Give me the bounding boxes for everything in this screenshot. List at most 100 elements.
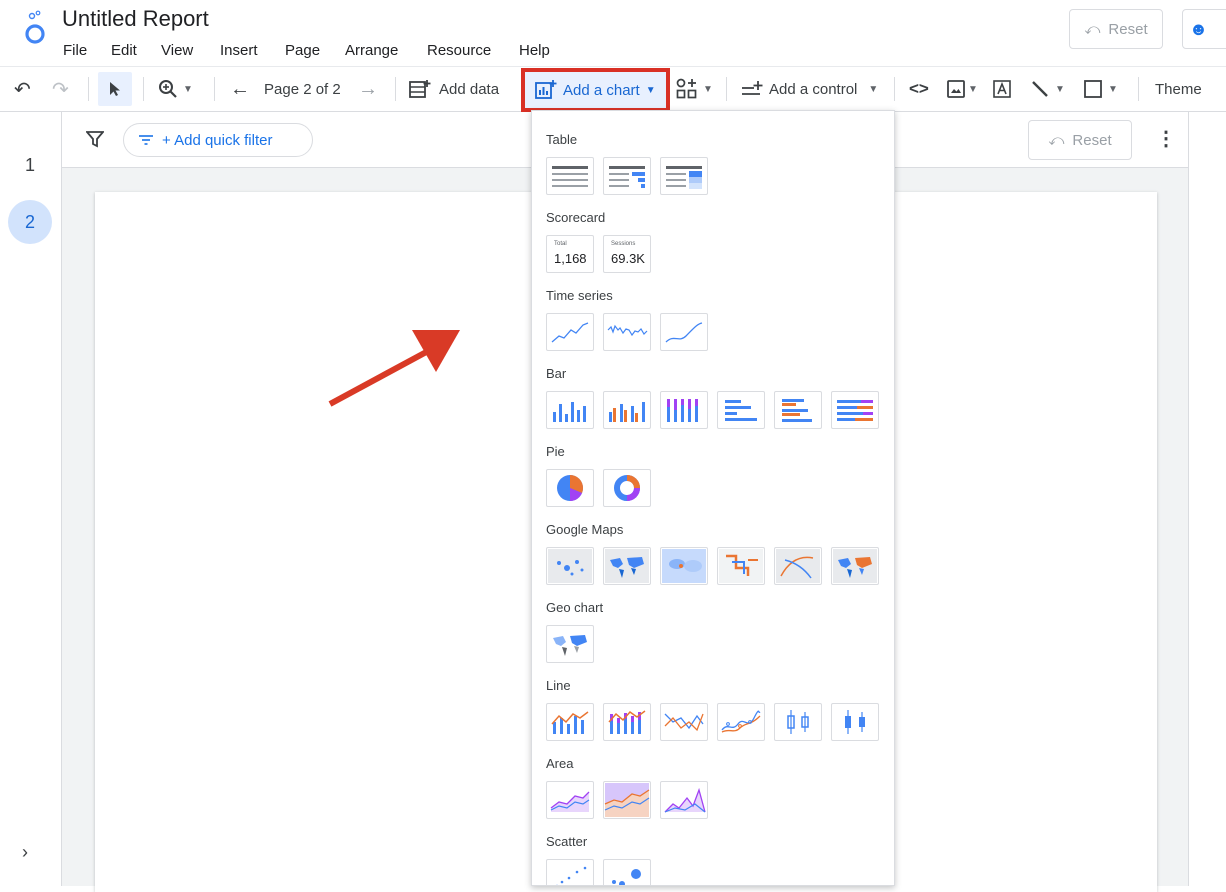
- column-chart-option[interactable]: [546, 391, 594, 429]
- table-heatmap-chart-option[interactable]: [660, 157, 708, 195]
- zoom-button[interactable]: ▼: [158, 67, 193, 111]
- menu-resource[interactable]: Resource: [427, 42, 491, 59]
- more-options-icon[interactable]: ⋮: [1156, 126, 1176, 151]
- annotation-arrow-icon: [328, 330, 460, 407]
- bubble-chart-option[interactable]: [603, 859, 651, 885]
- section-title-scorecard: Scorecard: [546, 210, 606, 225]
- combo-chart-option[interactable]: [546, 703, 594, 741]
- divider: [214, 77, 215, 101]
- shape-button[interactable]: ▼: [1083, 67, 1118, 111]
- menu-page[interactable]: Page: [285, 42, 320, 59]
- line-map-option[interactable]: [717, 547, 765, 585]
- quick-filter-label: + Add quick filter: [162, 131, 273, 149]
- pie-chart-option[interactable]: [546, 469, 594, 507]
- previous-page-icon[interactable]: ←: [230, 67, 250, 111]
- canvas-reset-button[interactable]: ⤺ Reset: [1028, 120, 1132, 160]
- page-thumb-2[interactable]: 2: [8, 200, 52, 244]
- add-data-label: Add data: [439, 80, 500, 98]
- share-button[interactable]: ☻: [1182, 9, 1226, 49]
- percent-area-chart-option[interactable]: [660, 781, 708, 819]
- region-map-option[interactable]: [831, 547, 879, 585]
- looker-studio-logo[interactable]: [22, 10, 48, 46]
- chevron-right-icon[interactable]: ›: [22, 842, 28, 863]
- smoothed-line-chart-option[interactable]: [717, 703, 765, 741]
- section-title-area: Area: [546, 756, 574, 771]
- area-chart-option[interactable]: [546, 781, 594, 819]
- select-pointer-icon[interactable]: [98, 72, 132, 106]
- candlestick-chart-option[interactable]: [774, 703, 822, 741]
- scorecard-label: Sessions: [611, 241, 636, 247]
- rectangle-icon: [1084, 80, 1102, 98]
- zoom-icon: [159, 80, 177, 98]
- reset-label: Reset: [1108, 20, 1148, 38]
- heatmap-map-option[interactable]: [660, 547, 708, 585]
- bar-chart-option[interactable]: [717, 391, 765, 429]
- section-title-table: Table: [546, 132, 578, 147]
- scorecard-compact-option[interactable]: Sessions 69.3K: [603, 235, 651, 273]
- right-panel-edge: [1188, 112, 1226, 886]
- donut-chart-option[interactable]: [603, 469, 651, 507]
- app-header: Untitled Report File Edit View Insert Pa…: [0, 0, 1226, 66]
- divider: [726, 77, 727, 101]
- toolbar: ↶ ↷ ▼ ← Page 2 of 2 → Add data Add a cha…: [0, 66, 1226, 112]
- time-series-option[interactable]: [546, 313, 594, 351]
- sparkline-option[interactable]: [603, 313, 651, 351]
- chevron-down-icon: ▼: [868, 83, 879, 95]
- scorecard-value: 1,168: [554, 251, 587, 266]
- person-add-icon: ☻: [1189, 19, 1208, 39]
- menu-help[interactable]: Help: [519, 42, 550, 59]
- filled-map-option[interactable]: [603, 547, 651, 585]
- table-chart-option[interactable]: [546, 157, 594, 195]
- add-chart-menu: Table Scorecard Total 1,168 Sessions 69.…: [531, 110, 895, 886]
- theme-button[interactable]: Theme: [1155, 67, 1202, 111]
- grouped-column-chart-option[interactable]: [603, 391, 651, 429]
- bubble-map-option[interactable]: [546, 547, 594, 585]
- image-icon: [947, 80, 965, 98]
- stacked-bar-chart-option[interactable]: [831, 391, 879, 429]
- section-title-time-series: Time series: [546, 288, 613, 303]
- embed-code-icon[interactable]: <>: [909, 67, 929, 111]
- add-chart-button[interactable]: Add a chart ▼: [521, 68, 670, 112]
- scatter-chart-option[interactable]: [546, 859, 594, 885]
- scorecard-label: Total: [554, 241, 567, 247]
- grouped-bar-chart-option[interactable]: [774, 391, 822, 429]
- scorecard-value: 69.3K: [611, 251, 645, 266]
- table-bars-chart-option[interactable]: [603, 157, 651, 195]
- add-control-label: Add a control: [769, 80, 858, 98]
- line-button[interactable]: ▼: [1030, 67, 1065, 111]
- text-box-icon[interactable]: [992, 67, 1012, 111]
- next-page-icon[interactable]: →: [358, 67, 378, 111]
- undo-reset-icon: ⤺: [1048, 131, 1065, 149]
- chevron-down-icon: ▼: [1055, 83, 1065, 95]
- chevron-down-icon: ▼: [183, 83, 193, 95]
- community-viz-button[interactable]: ▼: [676, 67, 713, 111]
- chevron-down-icon: ▼: [645, 84, 656, 96]
- line-chart-option[interactable]: [660, 703, 708, 741]
- add-data-button[interactable]: Add data: [409, 67, 499, 111]
- geo-chart-option[interactable]: [546, 625, 594, 663]
- divider: [143, 77, 144, 101]
- filled-candlestick-chart-option[interactable]: [831, 703, 879, 741]
- image-button[interactable]: ▼: [946, 67, 978, 111]
- header-reset-button[interactable]: ⤺ Reset: [1069, 9, 1163, 49]
- menu-edit[interactable]: Edit: [111, 42, 137, 59]
- add-control-button[interactable]: Add a control ▼: [741, 67, 878, 111]
- scorecard-option[interactable]: Total 1,168: [546, 235, 594, 273]
- stacked-area-chart-option[interactable]: [603, 781, 651, 819]
- report-title[interactable]: Untitled Report: [62, 6, 209, 32]
- stacked-column-chart-option[interactable]: [660, 391, 708, 429]
- menu-insert[interactable]: Insert: [220, 42, 258, 59]
- route-map-option[interactable]: [774, 547, 822, 585]
- redo-icon[interactable]: ↷: [52, 67, 69, 111]
- stacked-combo-chart-option[interactable]: [603, 703, 651, 741]
- add-quick-filter-button[interactable]: + Add quick filter: [123, 123, 313, 157]
- menu-file[interactable]: File: [63, 42, 87, 59]
- smoothed-time-series-option[interactable]: [660, 313, 708, 351]
- reset-label: Reset: [1072, 131, 1112, 149]
- undo-icon[interactable]: ↶: [14, 67, 31, 111]
- menu-view[interactable]: View: [161, 42, 193, 59]
- filter-icon[interactable]: [86, 130, 104, 148]
- menu-arrange[interactable]: Arrange: [345, 42, 398, 59]
- page-thumb-1[interactable]: 1: [8, 143, 52, 187]
- filter-list-icon: [139, 135, 153, 145]
